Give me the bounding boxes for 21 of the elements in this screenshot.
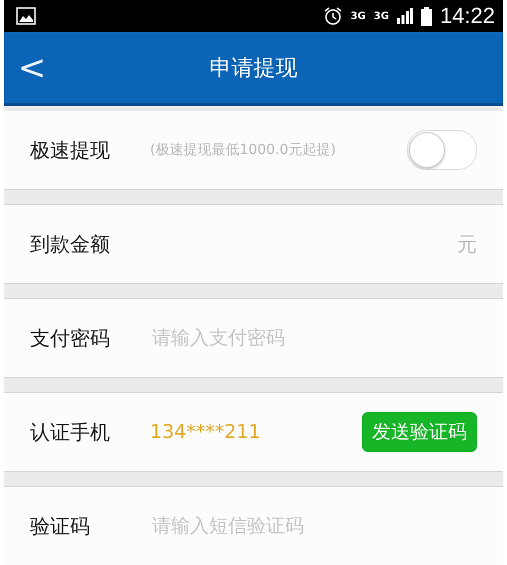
field-label: 到款金额: [30, 230, 111, 258]
field-label: 支付密码: [30, 324, 111, 352]
toggle-switch[interactable]: [407, 130, 477, 170]
field-label: 认证手机: [30, 418, 111, 446]
page-title: 申请提现: [208, 54, 298, 83]
input-field[interactable]: 请输入支付密码: [150, 326, 477, 350]
back-button[interactable]: <: [4, 40, 60, 96]
unit-label: 元: [457, 230, 477, 258]
battery-icon: [420, 6, 432, 26]
network-label: 3G: [350, 10, 366, 22]
network-label: 3G: [374, 10, 389, 22]
signal-icon: [396, 8, 413, 24]
send-code-button[interactable]: 发送验证码: [362, 412, 477, 452]
hint-text: (极速提现最低1000.0元起提): [150, 141, 337, 159]
image-icon: [16, 7, 36, 26]
status-time: 14:22: [440, 3, 495, 30]
phone-number: 134****211: [150, 421, 262, 443]
input-field[interactable]: 请输入短信验证码: [150, 514, 477, 538]
field-label: 极速提现: [30, 136, 111, 164]
alarm-icon: [322, 6, 343, 26]
field-label: 验证码: [30, 512, 91, 540]
